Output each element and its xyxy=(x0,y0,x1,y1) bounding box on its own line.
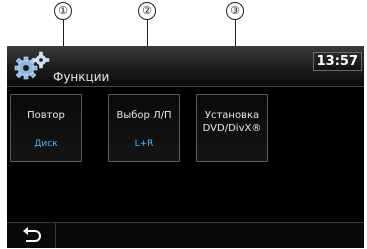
lr-select-button[interactable]: Выбор Л/П L+R xyxy=(108,94,180,162)
lr-select-label: Выбор Л/П xyxy=(116,110,172,121)
device-screen: Функции 13:57 Повтор Диск Выбор Л/П L+R … xyxy=(7,46,364,248)
back-button[interactable] xyxy=(7,223,56,248)
clock: 13:57 xyxy=(312,52,362,71)
callout-number-1: ① xyxy=(54,2,72,20)
back-arrow-icon xyxy=(23,227,41,242)
dvd-divx-setup-button[interactable]: Установка DVD/DivX® xyxy=(196,94,268,162)
gear-icon xyxy=(14,51,50,80)
repeat-label: Повтор xyxy=(27,110,65,121)
footer-bar xyxy=(7,222,364,248)
page-title: Функции xyxy=(53,70,110,84)
callout-number-3: ③ xyxy=(226,2,244,20)
repeat-button[interactable]: Повтор Диск xyxy=(10,94,82,162)
dvd-divx-setup-label: Установка DVD/DivX® xyxy=(202,110,262,134)
callout-number-2: ② xyxy=(138,2,156,20)
header-bar: Функции 13:57 xyxy=(7,46,364,87)
repeat-value: Диск xyxy=(34,139,58,149)
lr-select-value: L+R xyxy=(134,139,154,149)
